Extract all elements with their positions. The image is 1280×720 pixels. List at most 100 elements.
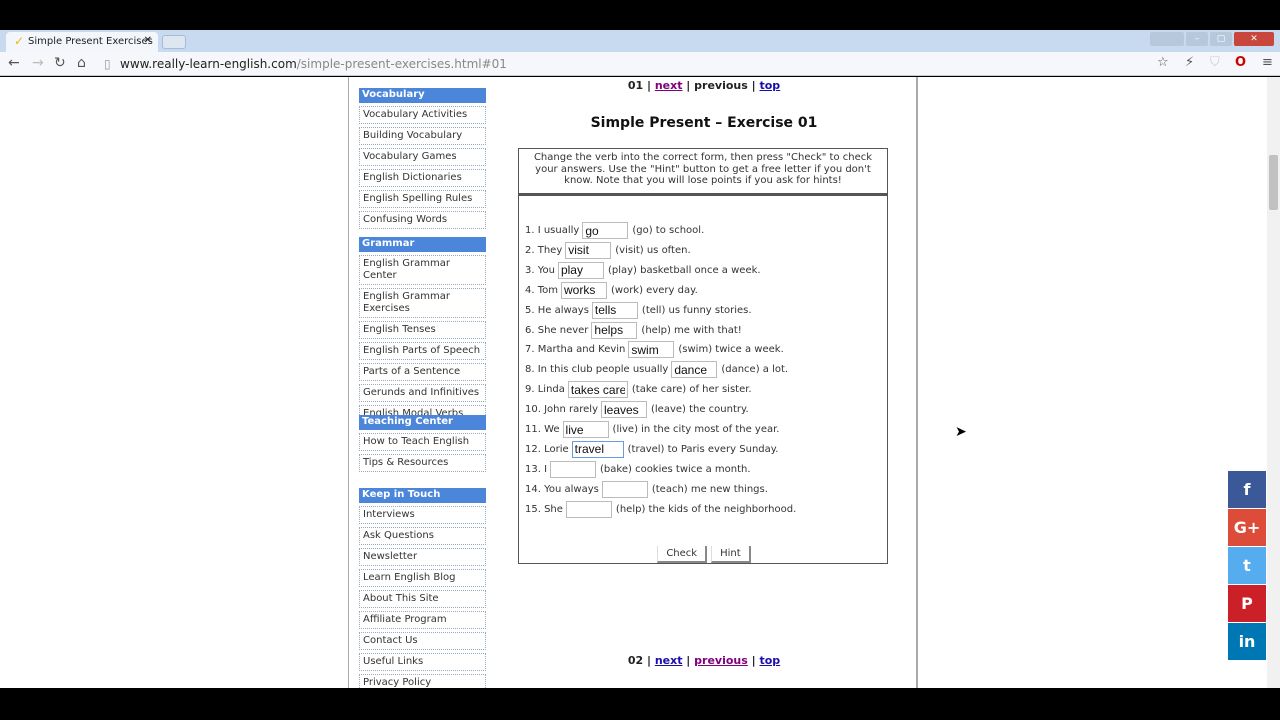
- next-link[interactable]: next: [655, 654, 683, 667]
- previous-label: previous: [694, 79, 748, 92]
- hint-button[interactable]: Hint: [711, 546, 751, 563]
- answer-input[interactable]: [571, 440, 624, 458]
- sidebar-link[interactable]: Privacy Policy: [359, 674, 486, 688]
- exercise-number: 01: [627, 79, 644, 92]
- sidebar-heading: Grammar: [359, 237, 486, 252]
- reload-icon[interactable]: ↻: [54, 55, 66, 71]
- answer-input[interactable]: [582, 222, 629, 239]
- question-prefix: 13. I: [525, 463, 548, 475]
- top-link[interactable]: top: [759, 654, 780, 667]
- sidebar-link[interactable]: English Grammar Center: [359, 255, 486, 285]
- extension-bolt-icon[interactable]: ⚡: [1185, 55, 1194, 70]
- close-tab-icon[interactable]: ✕: [144, 35, 152, 46]
- scrollbar-thumb[interactable]: [1269, 155, 1278, 210]
- question-suffix: (live) in the city most of the year.: [612, 424, 780, 435]
- sidebar-link[interactable]: Parts of a Sentence: [359, 363, 486, 381]
- sidebar-link[interactable]: English Spelling Rules: [359, 190, 486, 208]
- home-icon[interactable]: ⌂: [77, 55, 86, 71]
- site-favicon-icon: ✓: [14, 34, 25, 48]
- web-page: Vocabulary Vocabulary Activities Building …: [0, 77, 1280, 688]
- back-icon[interactable]: ←: [8, 55, 20, 71]
- answer-input[interactable]: [550, 460, 597, 478]
- answer-input[interactable]: [565, 500, 612, 518]
- mouse-cursor-icon: ➤: [955, 424, 967, 440]
- new-tab-button[interactable]: [162, 35, 186, 49]
- url-path: /simple-present-exercises.html#01: [296, 57, 507, 71]
- profile-button[interactable]: [1150, 32, 1184, 46]
- scrollbar[interactable]: [1267, 77, 1280, 688]
- question-prefix: 4. Tom: [525, 284, 558, 296]
- sidebar-link[interactable]: Learn English Blog: [359, 569, 486, 587]
- question-prefix: 12. Lorie: [525, 443, 569, 455]
- bookmark-star-icon[interactable]: ☆: [1157, 55, 1169, 70]
- question-suffix: (tell) us funny stories.: [641, 304, 752, 316]
- question-suffix: (go) to school.: [632, 225, 705, 236]
- extension-opera-icon[interactable]: O: [1235, 55, 1246, 70]
- google-plus-icon[interactable]: G+: [1228, 509, 1266, 546]
- pinterest-icon[interactable]: P: [1228, 585, 1266, 622]
- question-suffix: (dance) a lot.: [721, 364, 789, 376]
- question-prefix: 5. He always: [525, 304, 589, 316]
- question-row: 7. Martha and Kevin (swim) twice a week.: [525, 341, 784, 359]
- sidebar-link[interactable]: Affiliate Program: [359, 611, 486, 629]
- answer-input[interactable]: [591, 301, 638, 319]
- social-share-bar: f G+ t Pin: [1228, 471, 1266, 661]
- answer-input[interactable]: [567, 381, 628, 399]
- sidebar-heading: Vocabulary: [359, 88, 486, 103]
- linkedin-icon[interactable]: in: [1228, 623, 1266, 660]
- sidebar-link[interactable]: Interviews: [359, 506, 486, 524]
- top-link[interactable]: top: [759, 79, 780, 92]
- sidebar-link[interactable]: English Parts of Speech: [359, 342, 486, 360]
- answer-input[interactable]: [671, 361, 718, 379]
- next-link[interactable]: next: [655, 79, 683, 92]
- sidebar-link[interactable]: Confusing Words: [359, 211, 486, 229]
- facebook-icon[interactable]: f: [1228, 471, 1266, 508]
- sidebar-link[interactable]: Ask Questions: [359, 527, 486, 545]
- question-row: 13. I (bake) cookies twice a month.: [525, 460, 751, 478]
- maximize-button[interactable]: ▢: [1210, 32, 1232, 46]
- sidebar-link[interactable]: Building Vocabulary: [359, 127, 486, 145]
- question-prefix: 2. They: [525, 244, 563, 256]
- question-suffix: (teach) me new things.: [651, 483, 768, 495]
- answer-input[interactable]: [591, 321, 638, 339]
- sidebar-link[interactable]: How to Teach English: [359, 433, 486, 451]
- question-row: 4. Tom (work) every day.: [525, 281, 698, 299]
- menu-icon[interactable]: ≡: [1262, 55, 1273, 70]
- answer-input[interactable]: [557, 261, 604, 279]
- sidebar-link[interactable]: English Dictionaries: [359, 169, 486, 187]
- question-prefix: 8. In this club people usually: [525, 364, 669, 376]
- previous-link[interactable]: previous: [694, 654, 748, 667]
- forward-icon[interactable]: →: [32, 55, 44, 71]
- question-prefix: 10. John rarely: [525, 404, 598, 416]
- sidebar-link[interactable]: Contact Us: [359, 632, 486, 650]
- extension-shield-icon[interactable]: ⛉: [1210, 55, 1220, 70]
- sidebar-link[interactable]: Vocabulary Games: [359, 148, 486, 166]
- answer-input[interactable]: [600, 401, 647, 419]
- sidebar-link[interactable]: Vocabulary Activities: [359, 106, 486, 124]
- answer-input[interactable]: [562, 421, 609, 438]
- sidebar-link[interactable]: Useful Links: [359, 653, 486, 671]
- question-suffix: (take care) of her sister.: [631, 384, 752, 396]
- sidebar-link[interactable]: Newsletter: [359, 548, 486, 566]
- sidebar-link[interactable]: English Tenses: [359, 321, 486, 339]
- twitter-icon[interactable]: t: [1228, 547, 1266, 584]
- instructions: Change the verb into the correct form, t…: [518, 148, 888, 194]
- address-bar[interactable]: ▯ www.really-learn-english.com/simple-pre…: [100, 54, 1180, 74]
- browser-tab[interactable]: ✓ Simple Present Exercises ✕: [6, 32, 158, 52]
- sidebar-link[interactable]: English Grammar Exercises: [359, 288, 486, 318]
- answer-input[interactable]: [565, 241, 612, 259]
- sidebar-link[interactable]: About This Site: [359, 590, 486, 608]
- question-prefix: 1. I usually: [525, 225, 580, 236]
- check-button[interactable]: Check: [657, 546, 708, 563]
- answer-input[interactable]: [561, 281, 607, 299]
- answer-input[interactable]: [601, 480, 648, 498]
- exercise-box: 1. I usually (go) to school. 2. They (visit…: [518, 194, 888, 564]
- question-row: 1. I usually (go) to school.: [525, 222, 704, 239]
- answer-input[interactable]: [628, 341, 675, 359]
- sidebar-link[interactable]: Gerunds and Infinitives: [359, 384, 486, 402]
- question-suffix: (play) basketball once a week.: [607, 264, 761, 276]
- minimize-button[interactable]: –: [1186, 32, 1208, 46]
- sidebar-section: Keep in Touch Interviews Ask Questions News…: [359, 488, 486, 688]
- close-window-button[interactable]: ✕: [1234, 32, 1274, 46]
- sidebar-link[interactable]: Tips & Resources: [359, 454, 486, 472]
